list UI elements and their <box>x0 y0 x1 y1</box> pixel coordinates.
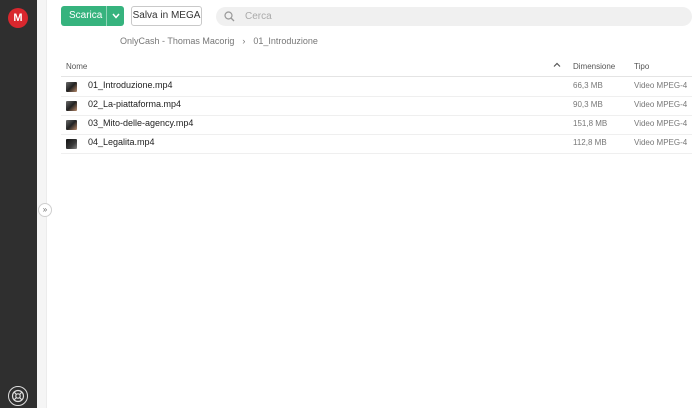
file-name: 04_Legalita.mp4 <box>88 137 155 147</box>
search-input[interactable] <box>245 11 645 22</box>
breadcrumb-item-root[interactable]: OnlyCash - Thomas Macorig <box>120 36 234 46</box>
file-type: Video MPEG-4 <box>634 119 688 128</box>
table-row[interactable]: 01_Introduzione.mp4 66,3 MB Video MPEG-4 <box>61 77 692 97</box>
save-to-mega-button[interactable]: Salva in MEGA <box>131 6 202 26</box>
breadcrumb-separator: › <box>242 36 246 46</box>
file-type: Video MPEG-4 <box>634 138 688 147</box>
file-name: 02_La-piattaforma.mp4 <box>88 99 182 109</box>
download-button[interactable]: Scarica <box>61 6 124 26</box>
video-thumbnail-icon <box>66 82 77 92</box>
file-size: 66,3 MB <box>573 81 603 90</box>
video-thumbnail-icon <box>66 120 77 130</box>
video-thumbnail-icon <box>66 139 77 149</box>
chevron-down-icon[interactable] <box>106 6 124 26</box>
column-header-name[interactable]: Nome <box>66 62 87 71</box>
table-row[interactable]: 03_Mito-delle-agency.mp4 151,8 MB Video … <box>61 115 692 135</box>
column-header-type[interactable]: Tipo <box>634 62 649 71</box>
file-size: 112,8 MB <box>573 138 607 147</box>
file-name: 03_Mito-delle-agency.mp4 <box>88 118 194 128</box>
file-type: Video MPEG-4 <box>634 81 688 90</box>
download-button-label[interactable]: Scarica <box>61 6 106 26</box>
table-row[interactable]: 02_La-piattaforma.mp4 90,3 MB Video MPEG… <box>61 96 692 116</box>
table-header: Nome Dimensione Tipo <box>61 59 692 77</box>
double-chevron-right-icon[interactable]: » <box>38 203 52 217</box>
column-header-size[interactable]: Dimensione <box>573 62 615 71</box>
mega-logo-icon[interactable]: M <box>8 8 28 28</box>
lifebuoy-icon[interactable] <box>8 386 28 406</box>
file-name: 01_Introduzione.mp4 <box>88 80 173 90</box>
table-row[interactable]: 04_Legalita.mp4 112,8 MB Video MPEG-4 <box>61 134 692 154</box>
sidebar: M <box>0 0 37 408</box>
file-size: 90,3 MB <box>573 100 603 109</box>
video-thumbnail-icon <box>66 101 77 111</box>
file-type: Video MPEG-4 <box>634 100 688 109</box>
search-bar[interactable] <box>216 7 692 26</box>
search-icon <box>224 11 235 22</box>
file-size: 151,8 MB <box>573 119 608 128</box>
chevron-up-icon[interactable] <box>553 61 561 69</box>
breadcrumb: OnlyCash - Thomas Macorig › 01_Introduzi… <box>120 36 318 46</box>
breadcrumb-item-current[interactable]: 01_Introduzione <box>253 36 318 46</box>
